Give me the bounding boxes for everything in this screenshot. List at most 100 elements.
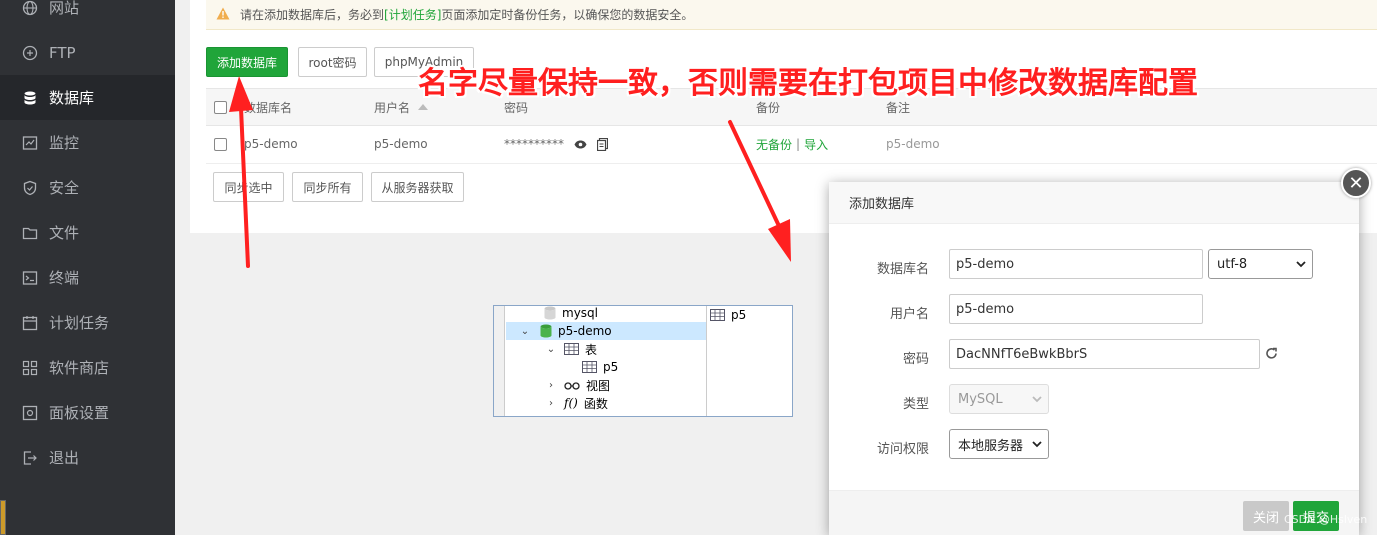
type-select: MySQL <box>949 384 1049 414</box>
fetch-from-server-button[interactable]: 从服务器获取 <box>371 172 464 202</box>
sidebar-item-store[interactable]: 软件商店 <box>0 345 175 390</box>
add-database-dialog: 添加数据库 数据库名 p5-demo utf-8 用户名 p5-demo 密码 … <box>829 182 1359 535</box>
table-icon <box>710 309 725 321</box>
sidebar-item-label: 网站 <box>49 0 80 17</box>
object-list-item-p5[interactable]: p5 <box>710 306 746 324</box>
chevron-down-icon: ⌄ <box>520 325 530 337</box>
charset-select[interactable]: utf-8 <box>1208 249 1313 279</box>
sidebar-item-label: 软件商店 <box>49 359 110 377</box>
shield-icon <box>22 180 38 196</box>
table-icon <box>582 361 597 373</box>
username-input[interactable]: p5-demo <box>949 294 1203 324</box>
dialog-close-icon[interactable]: ✕ <box>1341 168 1371 198</box>
sidebar-item-label: 安全 <box>49 179 80 197</box>
refresh-icon[interactable] <box>1265 347 1278 364</box>
table-row: p5-demo p5-demo ********** 无备份 | 导入 p5-d… <box>206 126 1377 164</box>
grid-icon <box>22 360 38 376</box>
notice-suffix: 页面添加定时备份任务，以确保您的数据安全。 <box>441 8 694 22</box>
cron-link[interactable]: [计划任务] <box>384 6 441 23</box>
access-label: 访问权限 <box>876 442 929 457</box>
monitor-icon <box>22 135 38 151</box>
sort-asc-icon <box>418 104 429 110</box>
access-select[interactable]: 本地服务器 <box>949 429 1049 459</box>
tree-item-tables[interactable]: ⌄ 表 <box>544 340 597 358</box>
chevron-down-icon <box>1296 261 1306 268</box>
sidebar-item-website[interactable]: 网站 <box>0 0 175 30</box>
username-label: 用户名 <box>889 307 929 322</box>
sidebar-item-terminal[interactable]: 终端 <box>0 255 175 300</box>
sidebar-item-label: 计划任务 <box>49 314 110 332</box>
sidebar-scrollbar[interactable] <box>0 500 6 535</box>
dialog-footer: 关闭 提交 <box>829 490 1359 535</box>
chevron-down-icon <box>1032 396 1042 403</box>
annotation-text: 名字尽量保持一致，否则需要在打包项目中修改数据库配置 <box>418 66 1198 101</box>
gear-icon <box>22 405 38 421</box>
row-note[interactable]: p5-demo <box>886 126 940 162</box>
sidebar-item-label: 退出 <box>49 449 80 467</box>
sidebar-item-monitor[interactable]: 监控 <box>0 120 175 165</box>
sidebar-item-database[interactable]: 数据库 <box>0 75 175 120</box>
import-link[interactable]: 导入 <box>804 136 828 153</box>
db-tree-screenshot: mysql ⌄ p5-demo ⌄ 表 p5 › 视图 › f() 函数 p5 <box>493 305 793 417</box>
globe-icon <box>22 0 38 16</box>
terminal-icon <box>22 270 38 286</box>
watermark: CSDN @Hslven <box>1284 513 1368 526</box>
type-label: 类型 <box>902 397 929 412</box>
database-icon <box>544 306 556 320</box>
sidebar-item-settings[interactable]: 面板设置 <box>0 390 175 435</box>
root-password-button[interactable]: root密码 <box>298 47 367 77</box>
sidebar-item-label: 数据库 <box>49 89 95 107</box>
chevron-right-icon: › <box>549 379 553 391</box>
tree-item-p5[interactable]: p5 <box>582 358 618 376</box>
row-username: p5-demo <box>374 137 428 151</box>
folder-icon <box>22 225 38 241</box>
sidebar: 网站 FTP 数据库 监控 安全 文件 终端 计划任务 软件商店 面板设置 退出 <box>0 0 175 535</box>
chevron-down-icon <box>1032 441 1042 448</box>
database-icon <box>22 90 38 106</box>
row-db-name: p5-demo <box>244 137 298 151</box>
database-icon <box>540 324 552 338</box>
tree-item-views[interactable]: › 视图 <box>544 376 610 394</box>
dialog-title: 添加数据库 <box>829 182 1359 224</box>
chevron-right-icon: › <box>549 397 553 409</box>
glasses-icon <box>564 381 580 390</box>
chevron-down-icon: ⌄ <box>546 343 556 355</box>
logout-icon <box>22 450 38 466</box>
tree-item-p5-demo[interactable]: ⌄ p5-demo <box>506 322 706 340</box>
db-name-label: 数据库名 <box>876 262 929 277</box>
db-name-input[interactable]: p5-demo <box>949 249 1203 279</box>
notice-prefix: 请在添加数据库后，务必到 <box>240 8 385 22</box>
sidebar-item-files[interactable]: 文件 <box>0 210 175 255</box>
tree-item-mysql[interactable]: mysql <box>544 306 598 322</box>
password-input[interactable]: DacNNfT6eBwkBbrS <box>949 339 1260 369</box>
sidebar-item-ftp[interactable]: FTP <box>0 30 175 75</box>
backup-separator: | <box>796 137 801 151</box>
row-checkbox[interactable] <box>214 137 227 151</box>
copy-icon[interactable] <box>597 137 608 151</box>
calendar-icon <box>22 315 38 331</box>
sidebar-item-logout[interactable]: 退出 <box>0 435 175 480</box>
sidebar-item-cron[interactable]: 计划任务 <box>0 300 175 345</box>
sync-selected-button[interactable]: 同步选中 <box>213 172 284 202</box>
sidebar-item-label: FTP <box>49 43 76 62</box>
function-icon: f() <box>564 396 578 410</box>
password-label: 密码 <box>902 352 929 367</box>
backup-status-link[interactable]: 无备份 <box>756 136 792 153</box>
add-database-button[interactable]: 添加数据库 <box>206 47 288 77</box>
table-icon <box>564 343 579 355</box>
sidebar-item-label: 监控 <box>49 134 80 152</box>
ftp-icon <box>22 45 38 61</box>
tree-item-functions[interactable]: › f() 函数 <box>544 394 608 412</box>
row-password: ********** <box>504 137 564 151</box>
sync-all-button[interactable]: 同步所有 <box>292 172 363 202</box>
backup-notice: 请在添加数据库后，务必到 [计划任务] 页面添加定时备份任务，以确保您的数据安全… <box>206 0 1377 30</box>
header-db-name[interactable]: 数据库名 <box>244 89 292 125</box>
select-all-checkbox[interactable] <box>214 100 227 114</box>
sidebar-item-label: 面板设置 <box>49 404 110 422</box>
sidebar-item-label: 文件 <box>49 224 80 242</box>
warning-icon <box>216 7 230 23</box>
sidebar-item-label: 终端 <box>49 269 80 287</box>
eye-icon[interactable] <box>574 140 587 149</box>
sidebar-item-security[interactable]: 安全 <box>0 165 175 210</box>
close-button[interactable]: 关闭 <box>1243 501 1289 531</box>
